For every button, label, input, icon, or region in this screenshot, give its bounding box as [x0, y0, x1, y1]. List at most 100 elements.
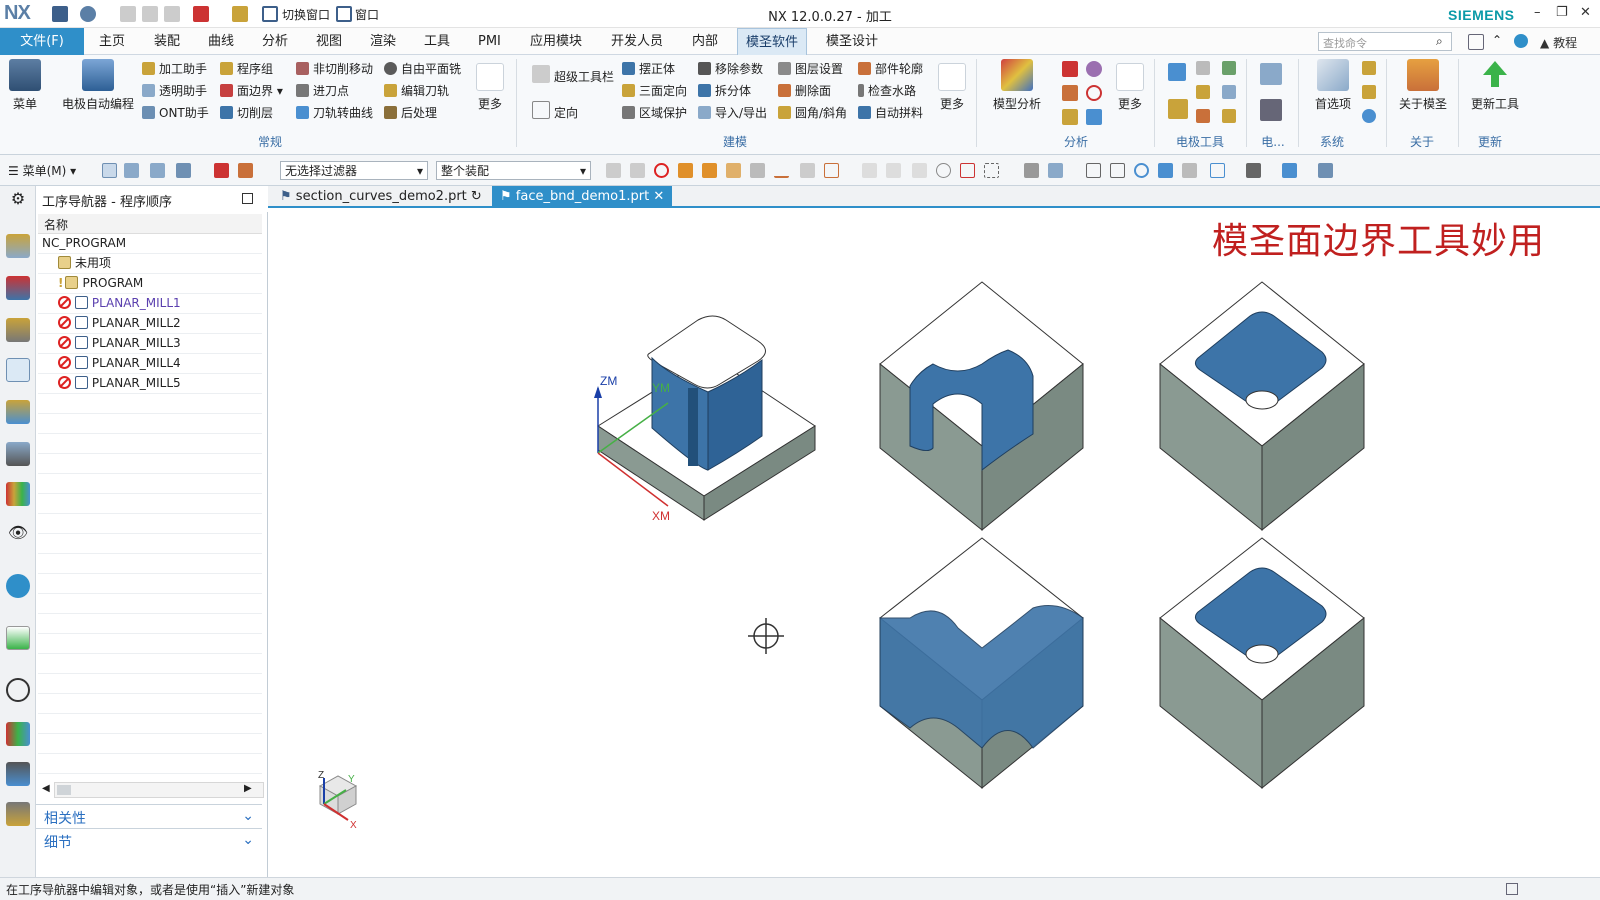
part-outline-button[interactable]: 部件轮廓 [858, 58, 923, 80]
feature-filter-icon[interactable] [726, 163, 741, 178]
electrode-check-icon[interactable] [1222, 85, 1236, 99]
center-point-icon[interactable] [936, 163, 951, 178]
scroll-left-icon[interactable]: ◀ [42, 783, 50, 794]
tab-applications[interactable]: 应用模块 [522, 28, 590, 55]
check-waterway-button[interactable]: 检查水路 [858, 80, 923, 102]
lock-icon[interactable] [1362, 85, 1376, 99]
layer-settings-button[interactable]: 图层设置 [778, 58, 847, 80]
undo-icon[interactable] [80, 6, 96, 22]
electrode-base-icon[interactable] [1196, 85, 1210, 99]
non-cutting-move-button[interactable]: 非切削移动 [296, 58, 373, 80]
tab-curve[interactable]: 曲线 [200, 28, 242, 55]
fit-view-icon[interactable] [1086, 163, 1101, 178]
model-pocket-2[interactable] [1159, 537, 1365, 790]
palette-icon[interactable] [6, 722, 30, 746]
tree-root-nc-program[interactable]: NC_PROGRAM [38, 234, 262, 254]
web-browser-icon[interactable] [6, 626, 30, 650]
orient-view-icon[interactable] [1282, 163, 1297, 178]
snap-arc-icon[interactable] [630, 163, 645, 178]
electrode-2-icon[interactable] [1260, 63, 1282, 85]
selection-filter-dropdown[interactable]: 无选择过滤器 ▾ [280, 161, 428, 180]
electrode-create-icon[interactable] [1168, 63, 1186, 81]
switch-window-button[interactable]: 切换窗口 [282, 6, 330, 23]
collapse-ribbon-icon[interactable]: ⌃ [1492, 33, 1502, 47]
angle-icon[interactable] [1086, 85, 1102, 101]
straighten-body-button[interactable]: 摆正体 [622, 58, 687, 80]
operation-navigator-icon[interactable] [6, 358, 30, 382]
command-search-input[interactable]: 查找命令 [1318, 32, 1452, 51]
name-column-header[interactable]: 名称 [38, 214, 262, 234]
model-pocket-1[interactable] [1159, 281, 1365, 532]
pan-icon[interactable] [1158, 163, 1173, 178]
close-tab-icon[interactable]: ✕ [653, 189, 664, 204]
snap-point-icon[interactable] [606, 163, 621, 178]
intersection-icon[interactable] [912, 163, 927, 178]
show-hide-icon[interactable] [1318, 163, 1333, 178]
tab-home[interactable]: 主页 [91, 28, 133, 55]
tree-item-planar-mill5[interactable]: PLANAR_MILL5 [38, 374, 262, 394]
fillet-chamfer-button[interactable]: 圆角/斜角 [778, 102, 847, 124]
menu-big-button[interactable]: 菜单 [0, 55, 50, 112]
tab-mosheng-design[interactable]: 模圣设计 [818, 28, 886, 55]
preferences-button[interactable]: 首选项 [1302, 55, 1364, 112]
history-clock-icon[interactable] [6, 678, 30, 702]
orient-button[interactable]: 定向 [532, 101, 578, 121]
gear-icon[interactable]: ⚙ [6, 188, 30, 212]
main-menu-button[interactable]: ☰ 菜单(M) ▾ [8, 162, 76, 179]
search-icon[interactable]: ⌕ [1436, 34, 1443, 49]
copy-icon[interactable] [142, 6, 158, 22]
select-filter-icon[interactable] [102, 163, 117, 178]
file-tab-face-bnd[interactable]: ⚑ face_bnd_demo1.prt ✕ [492, 186, 673, 208]
face-filter-icon[interactable] [702, 163, 717, 178]
post-process-button[interactable]: 后处理 [384, 102, 461, 124]
file-menu-tab[interactable]: 文件(F) [0, 28, 84, 55]
verify-icon[interactable] [238, 163, 253, 178]
measure-icon[interactable] [1086, 61, 1102, 77]
zoom-icon[interactable] [1110, 163, 1125, 178]
about-mosheng-button[interactable]: 关于模圣 [1390, 55, 1456, 112]
tab-analysis[interactable]: 分析 [254, 28, 296, 55]
ont-assistant-button[interactable]: ONT助手 [142, 102, 209, 124]
program-group-button[interactable]: 程序组 [220, 58, 283, 80]
part-navigator-icon[interactable] [6, 318, 30, 342]
toolpath-to-curve-button[interactable]: 刀轨转曲线 [296, 102, 373, 124]
graphics-window[interactable]: ZM YM XM Z Y X [268, 208, 1600, 877]
more-button-modeling[interactable]: 更多 [932, 59, 972, 112]
component-filter-icon[interactable] [750, 163, 765, 178]
material-icon[interactable] [1062, 109, 1078, 125]
electrode-drawing-icon[interactable] [1222, 109, 1236, 123]
model-channel-2[interactable] [879, 537, 1084, 790]
model-analysis-button[interactable]: 模型分析 [984, 55, 1050, 112]
window-icon[interactable] [336, 6, 352, 22]
repeat-command-icon[interactable] [232, 6, 248, 22]
file-tab-section-curves[interactable]: ⚑ section_curves_demo2.prt ↻ [272, 186, 490, 208]
tab-pmi[interactable]: PMI [470, 28, 509, 55]
entry-point-button[interactable]: 进刀点 [296, 80, 373, 102]
assembly-scope-dropdown[interactable]: 整个装配 ▾ [436, 161, 591, 180]
key-icon[interactable] [1362, 61, 1376, 75]
free-planar-mill-button[interactable]: 自由平面铣 [384, 58, 461, 80]
paste-icon[interactable] [164, 6, 180, 22]
weight-icon[interactable] [1062, 61, 1078, 77]
eye-icon[interactable]: 👁 [6, 522, 30, 546]
3d-scene[interactable]: ZM YM XM Z Y X [268, 208, 1600, 877]
tab-internal[interactable]: 内部 [684, 28, 726, 55]
render-style-icon[interactable] [1246, 163, 1261, 178]
machining-assistant-button[interactable]: 加工助手 [142, 58, 209, 80]
edit-toolpath-button[interactable]: 编辑刀轨 [384, 80, 461, 102]
constraint-navigator-icon[interactable] [6, 276, 30, 300]
details-panel-header[interactable]: 细节 ⌄ [36, 828, 262, 852]
electrode-auto-programming-button[interactable]: 电极自动编程 [58, 55, 138, 112]
electrode-spark-icon[interactable] [1196, 109, 1210, 123]
question-icon[interactable] [1362, 109, 1376, 123]
tree-item-planar-mill2[interactable]: PLANAR_MILL2 [38, 314, 262, 334]
tab-mosheng-software[interactable]: 模圣软件 [737, 28, 808, 55]
mid-point-icon[interactable] [862, 163, 877, 178]
tutorial-button[interactable]: ▲ 教程 [1540, 34, 1577, 51]
more-button-analysis[interactable]: 更多 [1110, 59, 1150, 112]
electrode-tool-icon[interactable] [1196, 61, 1210, 75]
select-group-icon[interactable] [124, 163, 139, 178]
dependencies-panel-header[interactable]: 相关性 ⌄ [36, 804, 262, 828]
area-protect-button[interactable]: 区域保护 [622, 102, 687, 124]
tab-tools[interactable]: 工具 [416, 28, 458, 55]
